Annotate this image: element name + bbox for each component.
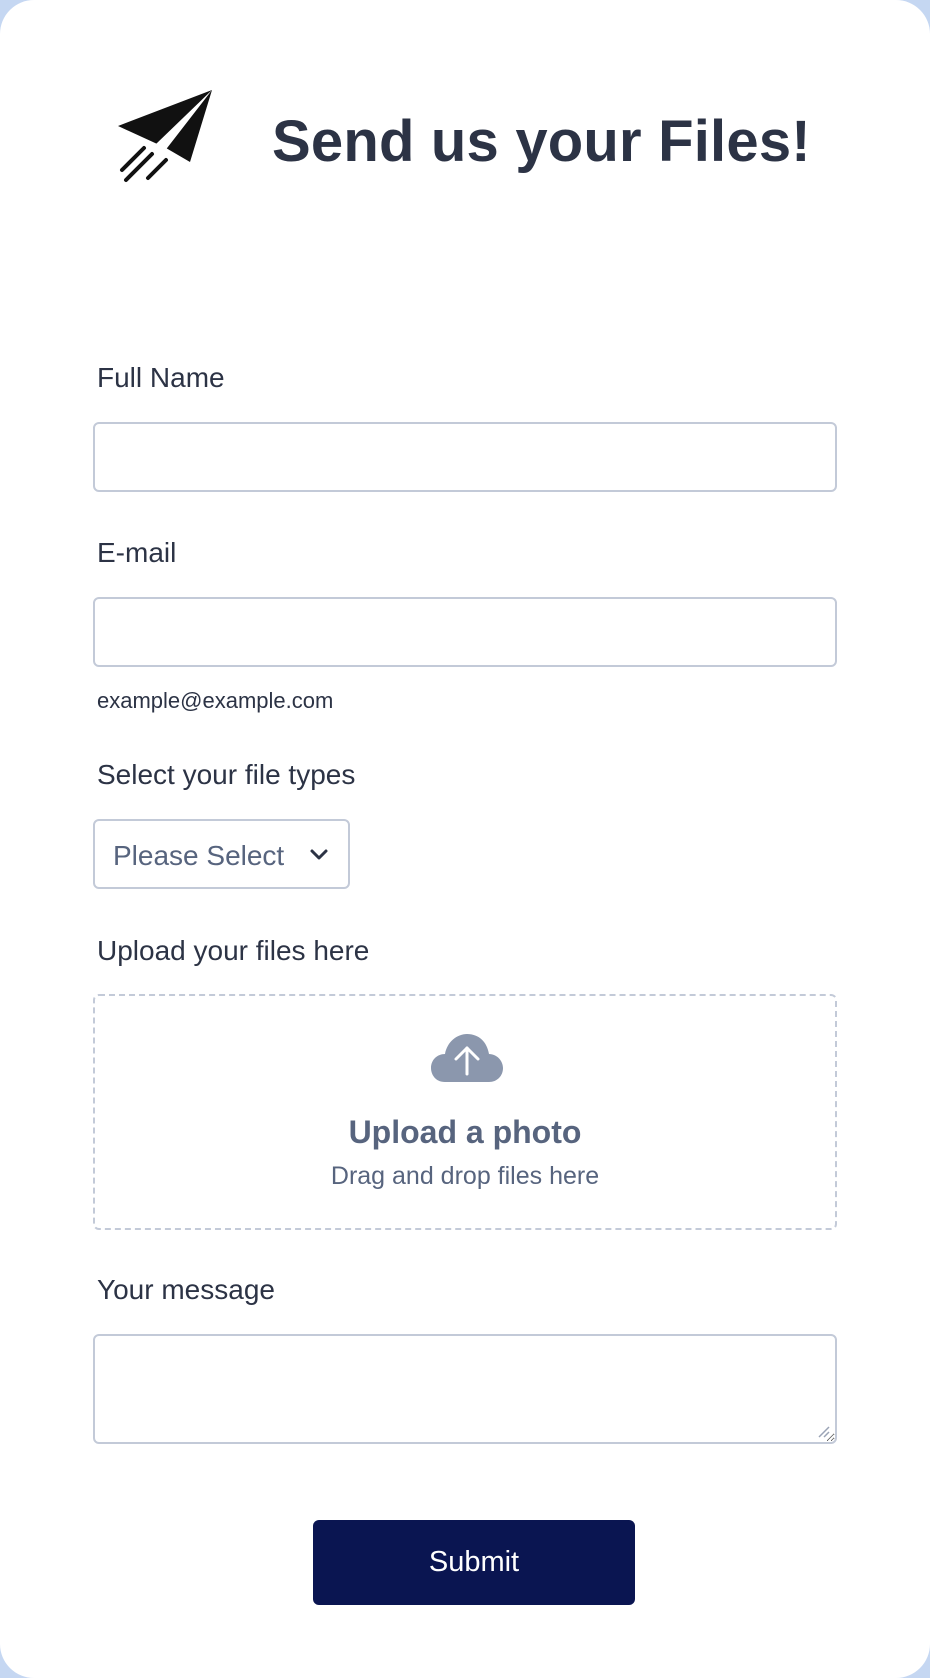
upload-title: Upload a photo <box>348 1114 582 1150</box>
form-card: Send us your Files! Full Name E-mail exa… <box>0 0 930 1678</box>
upload-subtitle: Drag and drop files here <box>330 1162 600 1190</box>
full-name-input[interactable] <box>93 422 837 492</box>
submit-button[interactable]: Submit <box>313 1520 635 1605</box>
message-textarea[interactable] <box>93 1334 837 1444</box>
file-types-label: Select your file types <box>97 759 356 790</box>
email-sublabel: example@example.com <box>97 688 334 713</box>
file-types-selected-value: Please Select <box>113 840 285 871</box>
page-title: Send us your Files! <box>272 109 811 174</box>
email-label: E-mail <box>97 537 177 568</box>
file-upload-dropzone[interactable]: Upload a photo Drag and drop files here <box>93 994 837 1230</box>
resize-grip-icon[interactable] <box>816 1424 830 1438</box>
chevron-down-icon <box>310 849 328 860</box>
upload-label: Upload your files here <box>97 935 370 966</box>
full-name-label: Full Name <box>97 362 225 393</box>
form-header: Send us your Files! <box>0 0 930 300</box>
file-types-select[interactable]: Please Select <box>93 819 350 889</box>
cloud-upload-icon <box>431 1034 503 1082</box>
paper-plane-icon <box>118 90 212 182</box>
message-label: Your message <box>97 1274 275 1305</box>
email-input[interactable] <box>93 597 837 667</box>
